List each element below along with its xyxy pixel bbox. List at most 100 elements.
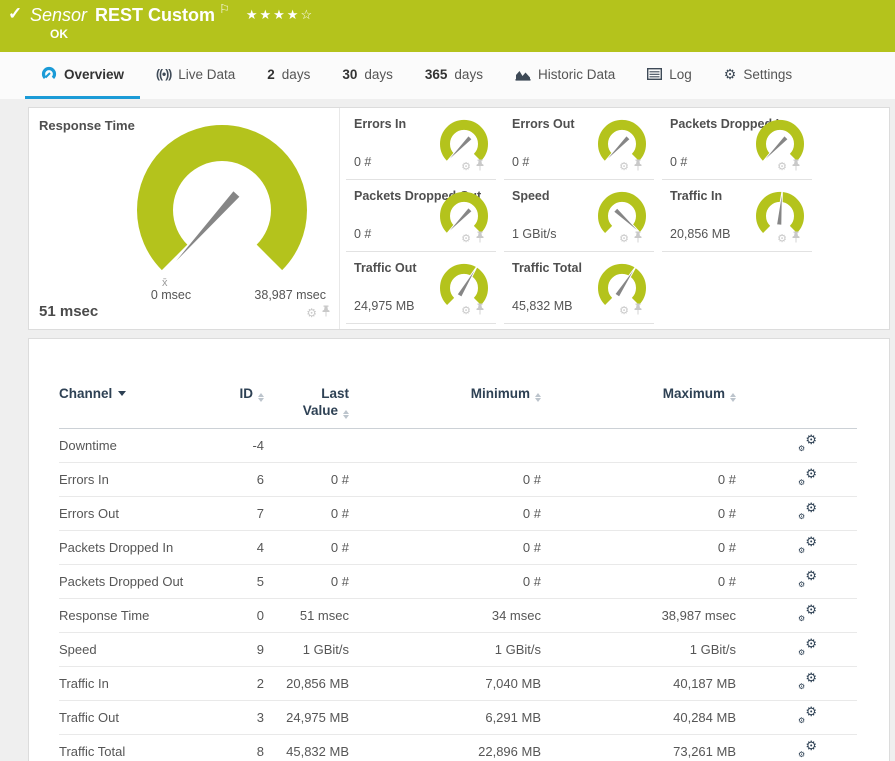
channel-settings-gears-icon[interactable]: ⚙⚙ (798, 674, 817, 690)
channel-settings-gears-icon[interactable]: ⚙⚙ (798, 640, 817, 656)
gauge-value: 20,856 MB (670, 227, 730, 241)
gauge-traffic-total: Traffic Total45,832 MB⚙ (504, 252, 654, 324)
gear-icon: ⚙ (805, 637, 817, 650)
channel-settings-gears-icon[interactable]: ⚙⚙ (798, 708, 817, 724)
channel-settings-gears-icon[interactable]: ⚙⚙ (798, 504, 817, 520)
gear-icon[interactable]: ⚙ (619, 162, 629, 173)
gear-icon[interactable]: ⚙ (619, 306, 629, 317)
table-row-packets-dropped-out: Packets Dropped Out50 #0 #0 #⚙⚙ (59, 565, 857, 599)
column-header-maximum[interactable]: Maximum (541, 385, 736, 419)
log-icon (647, 68, 662, 80)
channel-name: Packets Dropped In (59, 540, 209, 555)
maximum-value: 40,187 MB (541, 676, 736, 691)
tab-live-data[interactable]: ((•))Live Data (140, 52, 251, 99)
channel-name: Speed (59, 642, 209, 657)
sort-icon[interactable] (730, 393, 736, 402)
gear-icon: ⚙ (798, 751, 805, 759)
tab-2-days[interactable]: 2days (251, 52, 326, 99)
pin-icon[interactable] (633, 230, 643, 248)
gauge-value: 24,975 MB (354, 299, 414, 313)
table-row-traffic-total: Traffic Total845,832 MB22,896 MB73,261 M… (59, 735, 857, 761)
channel-id: 2 (209, 676, 264, 691)
channel-settings-gears-icon[interactable]: ⚙⚙ (798, 572, 817, 588)
gear-icon[interactable]: ⚙ (306, 307, 317, 319)
gauge-current-value: 51 msec (39, 303, 98, 320)
gauge-value: 0 # (354, 227, 371, 241)
dropdown-caret-icon[interactable] (118, 391, 126, 396)
gauge-traffic-out: Traffic Out24,975 MB⚙ (346, 252, 496, 324)
channel-name: Errors Out (59, 506, 209, 521)
gear-icon[interactable]: ⚙ (777, 234, 787, 245)
channel-name: Packets Dropped Out (59, 574, 209, 589)
pin-icon[interactable] (475, 302, 485, 320)
maximum-value: 0 # (541, 472, 736, 487)
channel-id: 8 (209, 744, 264, 759)
channel-settings-gears-icon[interactable]: ⚙⚙ (798, 470, 817, 486)
gear-icon: ⚙ (805, 569, 817, 582)
gear-icon[interactable]: ⚙ (461, 162, 471, 173)
panel-actions: ⚙ (619, 302, 643, 320)
gauge-speed: Speed1 GBit/s⚙ (504, 180, 654, 252)
gear-icon[interactable]: ⚙ (777, 162, 787, 173)
pin-icon[interactable] (633, 302, 643, 320)
column-header-minimum[interactable]: Minimum (349, 385, 541, 419)
gauge-packets-dropped-in: Packets Dropped In0 #⚙ (662, 108, 812, 180)
tab-log[interactable]: Log (631, 52, 708, 99)
gauge-packets-dropped-out: Packets Dropped Out0 #⚙ (346, 180, 496, 252)
channel-name: Downtime (59, 438, 209, 453)
gear-icon[interactable]: ⚙ (461, 306, 471, 317)
column-header-channel[interactable]: Channel (59, 385, 209, 419)
channel-settings-gears-icon[interactable]: ⚙⚙ (798, 606, 817, 622)
pin-icon[interactable] (321, 304, 331, 322)
column-header-last-value[interactable]: LastValue (264, 385, 349, 419)
tab-label: Overview (64, 67, 124, 82)
channel-id: 7 (209, 506, 264, 521)
channel-name: Response Time (59, 608, 209, 623)
gauge-title: Errors Out (512, 117, 575, 131)
gauge-title: Speed (512, 189, 550, 203)
sensor-name[interactable]: REST Custom (95, 5, 215, 25)
response-time-gauge: x̄ (127, 122, 317, 300)
panel-actions: ⚙ (777, 158, 801, 176)
tab-365-days[interactable]: 365days (409, 52, 499, 99)
gear-icon[interactable]: ⚙ (619, 234, 629, 245)
priority-stars[interactable]: ★★★★☆ (246, 7, 314, 22)
pin-icon[interactable] (791, 158, 801, 176)
gauge-title: Response Time (39, 118, 135, 133)
gear-icon[interactable]: ⚙ (461, 234, 471, 245)
table-row-traffic-out: Traffic Out324,975 MB6,291 MB40,284 MB⚙⚙ (59, 701, 857, 735)
pin-icon[interactable] (475, 230, 485, 248)
panel-actions: ⚙ (777, 230, 801, 248)
channel-id: 4 (209, 540, 264, 555)
maximum-value: 38,987 msec (541, 608, 736, 623)
tab-settings[interactable]: ⚙Settings (708, 52, 808, 99)
tab-number: 365 (425, 67, 448, 82)
row-actions: ⚙⚙ (736, 708, 857, 727)
pin-icon[interactable] (475, 158, 485, 176)
minimum-value: 1 GBit/s (349, 642, 541, 657)
pin-icon[interactable] (791, 230, 801, 248)
tab-30-days[interactable]: 30days (326, 52, 409, 99)
table-row-downtime: Downtime-4⚙⚙ (59, 429, 857, 463)
column-header-id[interactable]: ID (209, 385, 264, 419)
tab-label: days (364, 67, 393, 82)
chart-icon (515, 68, 531, 81)
gear-icon: ⚙ (798, 717, 805, 725)
gauge-errors-out: Errors Out0 #⚙ (504, 108, 654, 180)
table-row-speed: Speed91 GBit/s1 GBit/s1 GBit/s⚙⚙ (59, 633, 857, 667)
response-time-gauge-panel: Response Time x̄ 0 msec 38,987 msec 51 m… (29, 108, 340, 329)
tab-bar: Overview((•))Live Data2days30days365days… (0, 52, 895, 99)
header-label: Channel (59, 386, 112, 401)
tab-historic-data[interactable]: Historic Data (499, 52, 631, 99)
flag-icon[interactable]: ⚐ (219, 2, 230, 16)
tab-overview[interactable]: Overview (25, 52, 140, 99)
pin-icon[interactable] (633, 158, 643, 176)
channel-settings-gears-icon[interactable]: ⚙⚙ (798, 742, 817, 758)
table-row-errors-out: Errors Out70 #0 #0 #⚙⚙ (59, 497, 857, 531)
row-actions: ⚙⚙ (736, 742, 857, 761)
channel-settings-gears-icon[interactable]: ⚙⚙ (798, 538, 817, 554)
channel-settings-gears-icon[interactable]: ⚙⚙ (798, 436, 817, 452)
last-value: 0 # (264, 540, 349, 555)
gauge-value: 0 # (354, 155, 371, 169)
table-row-packets-dropped-in: Packets Dropped In40 #0 #0 #⚙⚙ (59, 531, 857, 565)
